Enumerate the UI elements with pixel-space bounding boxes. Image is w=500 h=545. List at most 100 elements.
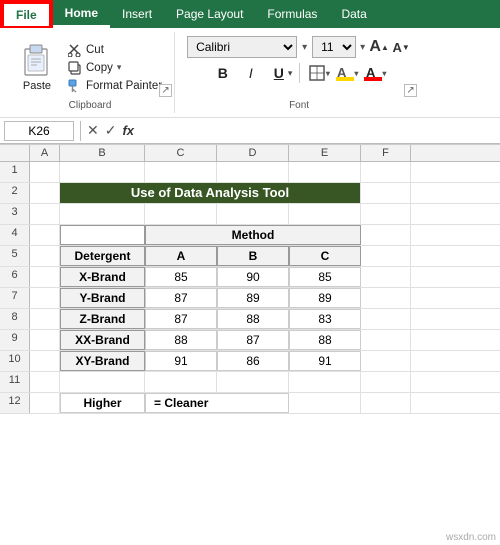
cell-e12[interactable] [289,393,361,413]
cell-f2[interactable] [361,183,411,203]
brand-xbrand[interactable]: X-Brand [60,267,145,287]
method-header-cell[interactable]: Method [145,225,361,245]
col-header-f[interactable]: F [361,145,411,161]
italic-button[interactable]: I [239,61,263,85]
col-header-c[interactable]: C [145,145,217,161]
higher-cell[interactable]: Higher [60,393,145,413]
cell-c8[interactable]: 87 [145,309,217,329]
cell-a7[interactable] [30,288,60,308]
cell-e7[interactable]: 89 [289,288,361,308]
col-header-b[interactable]: B [60,145,145,161]
fill-color-button[interactable]: A ▾ [335,61,359,85]
cell-d6[interactable]: 90 [217,267,289,287]
font-color-button[interactable]: A ▾ [363,61,387,85]
cell-b3[interactable] [60,204,145,224]
cell-f4[interactable] [361,225,411,245]
font-size-dropdown[interactable]: ▾ [360,42,365,53]
font-name-select[interactable]: Calibri [187,36,297,58]
underline-dropdown-arrow[interactable]: ▾ [288,68,293,79]
cell-a2[interactable] [30,183,60,203]
tab-home[interactable]: Home [53,0,110,28]
format-painter-button[interactable]: Format Painter [64,77,166,95]
cell-b11[interactable] [60,372,145,392]
tab-page-layout[interactable]: Page Layout [164,0,255,28]
cell-a12[interactable] [30,393,60,413]
cell-d3[interactable] [217,204,289,224]
brand-xybrand[interactable]: XY-Brand [60,351,145,371]
fill-dropdown[interactable]: ▾ [354,69,358,78]
formula-confirm-icon[interactable]: ✓ [105,122,117,139]
tab-formulas[interactable]: Formulas [255,0,329,28]
cell-a11[interactable] [30,372,60,392]
cell-d7[interactable]: 89 [217,288,289,308]
detergent-header-cell[interactable]: Detergent [60,246,145,266]
cell-a3[interactable] [30,204,60,224]
cell-e1[interactable] [289,162,361,182]
paste-button[interactable]: Paste [12,35,62,97]
cell-e10[interactable]: 91 [289,351,361,371]
brand-xxbrand[interactable]: XX-Brand [60,330,145,350]
tab-file[interactable]: File [2,2,51,26]
cell-c3[interactable] [145,204,217,224]
cell-f1[interactable] [361,162,411,182]
col-a-header-cell[interactable]: A [145,246,217,266]
cell-c6[interactable]: 85 [145,267,217,287]
col-header-a[interactable]: A [30,145,60,161]
cell-f12[interactable] [361,393,411,413]
col-header-d[interactable]: D [217,145,289,161]
cell-c9[interactable]: 88 [145,330,217,350]
cell-d9[interactable]: 87 [217,330,289,350]
cell-reference-input[interactable] [4,121,74,141]
font-color-dropdown[interactable]: ▾ [382,69,386,78]
cell-a1[interactable] [30,162,60,182]
cleaner-cell[interactable]: = Cleaner [145,393,289,413]
cell-d11[interactable] [217,372,289,392]
cell-e9[interactable]: 88 [289,330,361,350]
cell-f9[interactable] [361,330,411,350]
title-cell[interactable]: Use of Data Analysis Tool [60,183,361,203]
cell-f8[interactable] [361,309,411,329]
cell-c10[interactable]: 91 [145,351,217,371]
cell-c11[interactable] [145,372,217,392]
cell-a9[interactable] [30,330,60,350]
cell-a5[interactable] [30,246,60,266]
cell-f11[interactable] [361,372,411,392]
cell-f7[interactable] [361,288,411,308]
cell-f10[interactable] [361,351,411,371]
col-header-e[interactable]: E [289,145,361,161]
brand-zbrand[interactable]: Z-Brand [60,309,145,329]
copy-button[interactable]: Copy ▾ [64,59,166,77]
cell-e11[interactable] [289,372,361,392]
cell-e8[interactable]: 83 [289,309,361,329]
font-size-increase-button[interactable]: A▲ [369,37,389,57]
cell-d8[interactable]: 88 [217,309,289,329]
fx-icon[interactable]: fx [122,123,134,138]
cell-b1[interactable] [60,162,145,182]
cell-c7[interactable]: 87 [145,288,217,308]
bold-button[interactable]: B [211,61,235,85]
font-name-dropdown[interactable]: ▾ [302,42,307,53]
cell-a6[interactable] [30,267,60,287]
clipboard-expand-icon[interactable]: ↗ [159,84,172,97]
font-size-select[interactable]: 11 [312,36,356,58]
cell-f3[interactable] [361,204,411,224]
formula-cancel-icon[interactable]: ✕ [87,122,99,139]
cell-d10[interactable]: 86 [217,351,289,371]
cell-b4[interactable] [60,225,145,245]
cell-a10[interactable] [30,351,60,371]
cell-d1[interactable] [217,162,289,182]
col-c-header-cell[interactable]: C [289,246,361,266]
cell-e6[interactable]: 85 [289,267,361,287]
cell-e3[interactable] [289,204,361,224]
font-expand-icon[interactable]: ↗ [404,84,417,97]
cell-a8[interactable] [30,309,60,329]
cell-f5[interactable] [361,246,411,266]
cell-a4[interactable] [30,225,60,245]
tab-data[interactable]: Data [329,0,378,28]
tab-insert[interactable]: Insert [110,0,164,28]
brand-ybrand[interactable]: Y-Brand [60,288,145,308]
font-size-decrease-button[interactable]: A▼ [391,37,411,57]
cell-c1[interactable] [145,162,217,182]
cell-f6[interactable] [361,267,411,287]
borders-button[interactable]: ▾ [307,61,331,85]
